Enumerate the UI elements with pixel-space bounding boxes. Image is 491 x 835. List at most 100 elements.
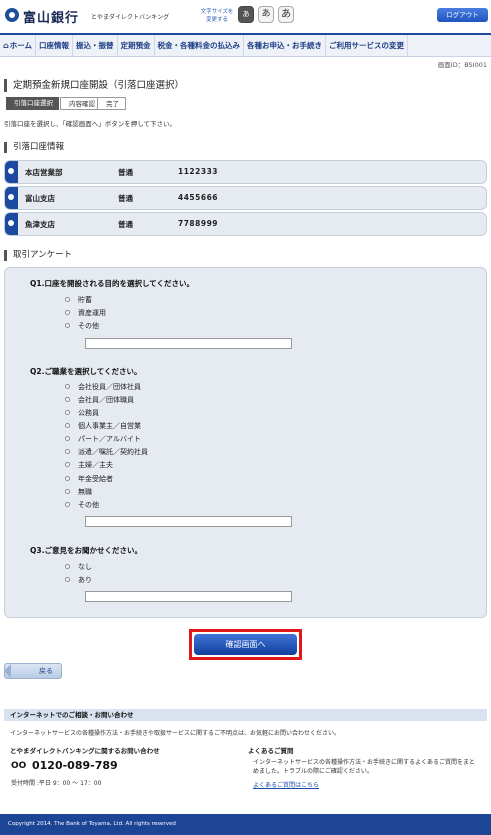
q1-option-radio[interactable]: 資産運用 bbox=[65, 308, 106, 318]
back-button[interactable]: 戻る bbox=[4, 663, 62, 679]
q2-option-radio[interactable]: 無職 bbox=[65, 487, 92, 497]
option-label: その他 bbox=[78, 501, 99, 509]
option-label: パート／アルバイト bbox=[78, 435, 141, 443]
option-label: 資産運用 bbox=[78, 309, 106, 317]
logout-button[interactable]: ログアウト bbox=[437, 8, 488, 22]
font-size-medium-button[interactable]: あ bbox=[258, 6, 274, 23]
q2-option-radio[interactable]: パート／アルバイト bbox=[65, 434, 141, 444]
q2-option-radio[interactable]: 会社役員／団体社員 bbox=[65, 382, 141, 392]
radio-icon[interactable] bbox=[65, 296, 70, 302]
q3-option-radio[interactable]: あり bbox=[65, 575, 92, 585]
nav-item-time-deposit[interactable]: 定期預金 bbox=[118, 35, 155, 56]
q1-option-radio[interactable]: 貯蓄 bbox=[65, 295, 92, 305]
q2-label: Q2.ご職業を選択してください。 bbox=[30, 367, 142, 376]
option-label: 年金受給者 bbox=[78, 475, 113, 483]
radio-icon[interactable] bbox=[65, 396, 70, 402]
font-size-large-button[interactable]: あ bbox=[278, 6, 294, 23]
q3-label: Q3.ご意見をお聞かせください。 bbox=[30, 546, 142, 555]
q2-option-radio[interactable]: 年金受給者 bbox=[65, 474, 113, 484]
nav-item-account-info[interactable]: 口座情報 bbox=[36, 35, 74, 56]
radio-icon[interactable] bbox=[65, 461, 70, 467]
radio-icon[interactable] bbox=[65, 435, 70, 441]
instruction-text: 引落口座を選択し、「確認画面へ」ボタンを押して下さい。 bbox=[4, 120, 177, 128]
service-hours: 受付時間 :平日 9：00 〜 17：00 bbox=[11, 780, 102, 787]
q1-label: Q1.口座を開設される目的を選択してください。 bbox=[30, 279, 194, 288]
global-nav: ⌂ホーム 口座情報 振込・振替 定期預金 税金・各種料金の払込み 各種お申込・お… bbox=[0, 33, 491, 57]
q3-option-radio[interactable]: なし bbox=[65, 562, 92, 572]
service-name: とやまダイレクトバンキング bbox=[91, 14, 170, 21]
option-label: 無職 bbox=[78, 488, 92, 496]
q3-comment-input[interactable] bbox=[85, 591, 292, 602]
nav-item-applications[interactable]: 各種お申込・お手続き bbox=[244, 35, 327, 56]
radio-icon[interactable] bbox=[65, 322, 70, 328]
q2-other-input[interactable] bbox=[85, 516, 292, 527]
option-label: 個人事業主／自営業 bbox=[78, 422, 141, 430]
option-label: なし bbox=[78, 563, 92, 571]
bank-name: 富山銀行 bbox=[23, 11, 80, 26]
q2-option-radio[interactable]: 主婦／主夫 bbox=[65, 460, 113, 470]
survey-section-title: 取引アンケート bbox=[4, 250, 72, 261]
q2-option-radio[interactable]: 公務員 bbox=[65, 408, 99, 418]
option-label: 派遣／嘱託／契約社員 bbox=[78, 448, 148, 456]
radio-icon[interactable] bbox=[65, 409, 70, 415]
option-label: 公務員 bbox=[78, 409, 99, 417]
nav-item-service-change[interactable]: ご利用サービスの変更 bbox=[326, 35, 409, 56]
account-branch: 本店営業部 bbox=[25, 168, 63, 177]
phone-heading: とやまダイレクトバンキングに関するお問い合わせ bbox=[10, 747, 160, 755]
option-label: あり bbox=[78, 576, 92, 584]
q1-other-input[interactable] bbox=[85, 338, 292, 349]
account-section-title: 引落口座情報 bbox=[4, 142, 64, 153]
phone-number: 0120-089-789 bbox=[32, 759, 118, 772]
radio-icon[interactable] bbox=[65, 475, 70, 481]
option-label: 主婦／主夫 bbox=[78, 461, 113, 469]
radio-icon[interactable] bbox=[65, 383, 70, 389]
radio-icon[interactable] bbox=[65, 309, 70, 315]
radio-icon[interactable] bbox=[65, 422, 70, 428]
radio-selected-icon[interactable] bbox=[5, 161, 18, 183]
confirm-button[interactable]: 確認画面へ bbox=[194, 634, 297, 655]
home-icon: ⌂ bbox=[3, 41, 9, 50]
account-row[interactable]: 本店営業部 普通 1122333 bbox=[4, 160, 487, 184]
account-type: 普通 bbox=[118, 194, 133, 203]
faq-heading: よくあるご質問 bbox=[248, 747, 294, 755]
nav-item-home[interactable]: ⌂ホーム bbox=[0, 35, 37, 56]
q2-option-radio[interactable]: 派遣／嘱託／契約社員 bbox=[65, 447, 148, 457]
faq-description: インターネットサービスの各種操作方法・お手続きに関するよくあるご質問をまとめまし… bbox=[253, 759, 476, 775]
nav-item-label: ホーム bbox=[9, 41, 33, 50]
radio-icon[interactable] bbox=[5, 213, 18, 235]
q2-option-radio[interactable]: 個人事業主／自営業 bbox=[65, 421, 141, 431]
contact-bar-title: インターネットでのご相談・お問い合わせ bbox=[4, 709, 487, 721]
free-dial-icon: OO bbox=[11, 761, 27, 771]
radio-icon[interactable] bbox=[5, 187, 18, 209]
q2-option-radio[interactable]: その他 bbox=[65, 500, 99, 510]
contact-description: インターネットサービスの各種操作方法・お手続きや取扱サービスに関するご不明点は、… bbox=[10, 730, 341, 737]
option-label: その他 bbox=[78, 322, 99, 330]
step-select-account: 引落口座選択 bbox=[6, 97, 59, 110]
step-confirm: 内容確認 bbox=[60, 97, 102, 110]
option-label: 会社役員／団体社員 bbox=[78, 383, 141, 391]
account-number: 4455666 bbox=[178, 193, 219, 202]
account-number: 1122333 bbox=[178, 167, 219, 176]
account-type: 普通 bbox=[118, 168, 133, 177]
nav-item-transfer[interactable]: 振込・振替 bbox=[73, 35, 118, 56]
account-number: 7788999 bbox=[178, 219, 219, 228]
bank-logo-icon bbox=[5, 8, 19, 22]
radio-icon[interactable] bbox=[65, 576, 70, 582]
q1-option-radio[interactable]: その他 bbox=[65, 321, 99, 331]
faq-link[interactable]: よくあるご質問はこちら bbox=[253, 780, 319, 789]
account-type: 普通 bbox=[118, 220, 133, 229]
radio-icon[interactable] bbox=[65, 488, 70, 494]
font-size-small-button[interactable]: あ bbox=[238, 6, 254, 23]
account-row[interactable]: 富山支店 普通 4455666 bbox=[4, 186, 487, 210]
radio-icon[interactable] bbox=[65, 563, 70, 569]
page-title: 定期預金新規口座開設（引落口座選択） bbox=[4, 79, 184, 92]
account-row[interactable]: 魚津支店 普通 7788999 bbox=[4, 212, 487, 236]
radio-icon[interactable] bbox=[65, 448, 70, 454]
option-label: 会社員／団体職員 bbox=[78, 396, 134, 404]
q2-option-radio[interactable]: 会社員／団体職員 bbox=[65, 395, 134, 405]
screen-id: 画面ID：BSI001 bbox=[437, 61, 487, 69]
radio-icon[interactable] bbox=[65, 501, 70, 507]
account-branch: 魚津支店 bbox=[25, 220, 55, 229]
nav-item-tax-payment[interactable]: 税金・各種料金の払込み bbox=[155, 35, 245, 56]
footer-copyright: Copyright 2014. The Bank of Toyama, Ltd.… bbox=[0, 814, 491, 835]
